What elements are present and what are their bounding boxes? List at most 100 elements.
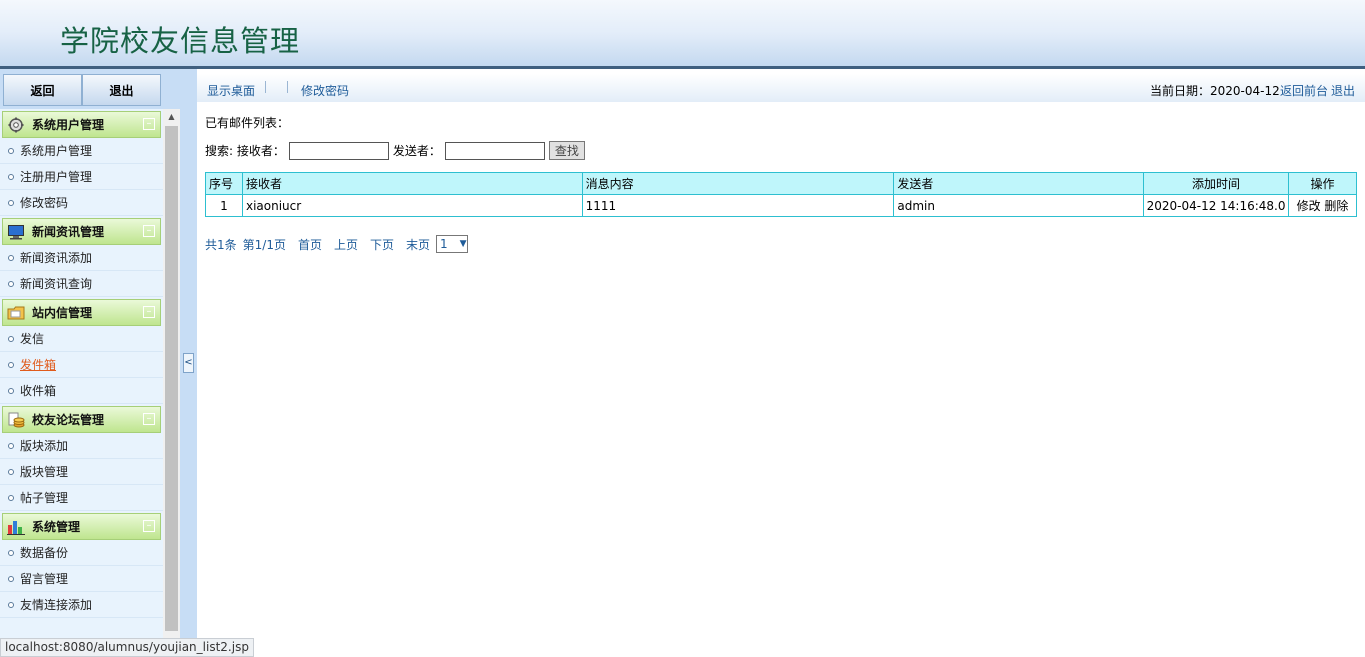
sidebar-item-system-users[interactable]: 系统用户管理 [0,138,163,164]
bullet-icon [8,468,14,475]
cell-content: 1111 [581,194,895,217]
page-select-value: 1 [440,237,448,251]
bullet-icon [8,335,14,342]
sidebar-scrollbar[interactable]: ▲ [163,109,180,642]
menu-group-label: 校友论坛管理 [32,413,105,427]
search-button[interactable]: 查找 [548,141,585,160]
collapse-icon[interactable]: – [143,413,155,425]
receiver-input[interactable] [288,141,389,160]
sidebar-item-change-password[interactable]: 修改密码 [0,190,163,216]
menu-group-news[interactable]: 新闻资讯管理 – [2,218,161,245]
sidebar-item-label: 收件箱 [20,384,57,398]
sidebar-item-news-add[interactable]: 新闻资讯添加 [0,245,163,271]
cell-sender: admin [893,194,1145,217]
change-password-link[interactable]: 修改密码 [301,82,349,99]
folder-icon [7,305,25,321]
search-receiver-label: 搜索: 接收者： [205,144,285,158]
sidebar-item-label: 系统用户管理 [20,144,93,158]
prev-page-link[interactable]: 上页 [334,236,358,253]
mail-table: 序号 接收者 消息内容 发送者 添加时间 操作 1 xiaoniucr 1111… [205,172,1357,217]
sidebar-item-board-manage[interactable]: 版块管理 [0,459,163,485]
cell-actions: 修改 删除 [1288,194,1357,217]
menu-group-system-users[interactable]: 系统用户管理 – [2,111,161,138]
table-row: 1 xiaoniucr 1111 admin 2020-04-12 14:16:… [205,194,1357,217]
menu-group-label: 新闻资讯管理 [32,225,105,239]
app-title: 学院校友信息管理 [60,24,301,58]
logout-button[interactable]: 退出 [82,74,161,106]
cell-time: 2020-04-12 14:16:48.0 [1143,194,1290,217]
current-date: 当前日期：2020-04-12 [1150,84,1280,98]
sidebar-item-label: 友情连接添加 [20,598,93,612]
sidebar-item-registered-users[interactable]: 注册用户管理 [0,164,163,190]
sidebar-item-label: 版块添加 [20,439,69,453]
back-button[interactable]: 返回 [3,74,82,106]
table-header-row: 序号 接收者 消息内容 发送者 添加时间 操作 [205,172,1357,195]
sidebar-item-label: 注册用户管理 [20,170,93,184]
menu-group-forum[interactable]: 校友论坛管理 – [2,406,161,433]
page-select[interactable]: 1 ▼ [436,235,469,253]
chevron-down-icon: ▼ [459,239,467,249]
bullet-icon [8,280,14,287]
cell-receiver: xiaoniucr [241,194,583,217]
main-content: 显示桌面 修改密码 当前日期：2020-04-12 返回前台 退出 已有邮件列表… [197,69,1365,657]
coins-icon [7,412,25,428]
sidebar-buttons: 返回 退出 [3,74,161,106]
bullet-icon [8,494,14,501]
sidebar-item-label: 帖子管理 [20,491,69,505]
bullet-icon [8,199,14,206]
collapse-sidebar-icon[interactable]: < [183,353,194,373]
sidebar-item-backup[interactable]: 数据备份 [0,540,163,566]
collapse-icon[interactable]: – [143,306,155,318]
bullet-icon [8,361,14,368]
bullet-icon [8,387,14,394]
sidebar-toggle-bar: < [180,69,197,642]
delete-link[interactable]: 删除 [1324,199,1348,213]
sidebar-item-post-manage[interactable]: 帖子管理 [0,485,163,511]
search-sender-label: 发送者： [392,144,441,158]
list-title: 已有邮件列表： [205,116,290,130]
col-header-receiver: 接收者 [241,172,583,195]
show-desktop-link[interactable]: 显示桌面 [207,82,255,99]
sidebar-item-label: 新闻资讯查询 [20,277,93,291]
nav-separator [287,81,288,93]
sidebar-item-news-query[interactable]: 新闻资讯查询 [0,271,163,297]
last-page-link[interactable]: 末页 [406,236,430,253]
col-header-content: 消息内容 [581,172,895,195]
sidebar-item-outbox[interactable]: 发件箱 [0,352,163,378]
next-page-link[interactable]: 下页 [370,236,394,253]
sidebar-item-send[interactable]: 发信 [0,326,163,352]
collapse-icon[interactable]: – [143,225,155,237]
sidebar-item-label: 数据备份 [20,546,69,560]
first-page-link[interactable]: 首页 [298,236,322,253]
sidebar-item-link-add[interactable]: 友情连接添加 [0,592,163,618]
sidebar-item-label: 发件箱 [20,358,57,372]
bullet-icon [8,601,14,608]
sidebar-item-label: 留言管理 [20,572,69,586]
sender-input[interactable] [444,141,545,160]
pager-page: 第1/1页 [242,237,286,252]
col-header-time: 添加时间 [1143,172,1290,195]
col-header-no: 序号 [205,172,243,195]
sidebar-item-board-add[interactable]: 版块添加 [0,433,163,459]
collapse-icon[interactable]: – [143,520,155,532]
menu-group-system[interactable]: 系统管理 – [2,513,161,540]
edit-link[interactable]: 修改 [1297,199,1321,213]
sidebar-item-label: 发信 [20,332,45,346]
col-header-sender: 发送者 [893,172,1145,195]
scroll-up-icon[interactable]: ▲ [163,109,180,125]
bullet-icon [8,173,14,180]
scroll-thumb[interactable] [165,126,178,631]
sidebar-item-label: 新闻资讯添加 [20,251,93,265]
bullet-icon [8,254,14,261]
sidebar-item-inbox[interactable]: 收件箱 [0,378,163,404]
app-header: 学院校友信息管理 [0,0,1365,66]
bullet-icon [8,575,14,582]
logout-link[interactable]: 退出 [1331,82,1355,99]
sidebar-menu: 系统用户管理 – 系统用户管理 注册用户管理 修改密码 新闻资讯管理 – 新闻资… [0,109,163,642]
back-front-link[interactable]: 返回前台 [1280,82,1328,99]
menu-group-messages[interactable]: 站内信管理 – [2,299,161,326]
top-nav: 显示桌面 修改密码 当前日期：2020-04-12 返回前台 退出 [197,74,1365,102]
sidebar-item-messages-manage[interactable]: 留言管理 [0,566,163,592]
pagination: 共1条 第1/1页 首页 上页 下页 末页 1 ▼ [205,235,469,253]
collapse-icon[interactable]: – [143,118,155,130]
